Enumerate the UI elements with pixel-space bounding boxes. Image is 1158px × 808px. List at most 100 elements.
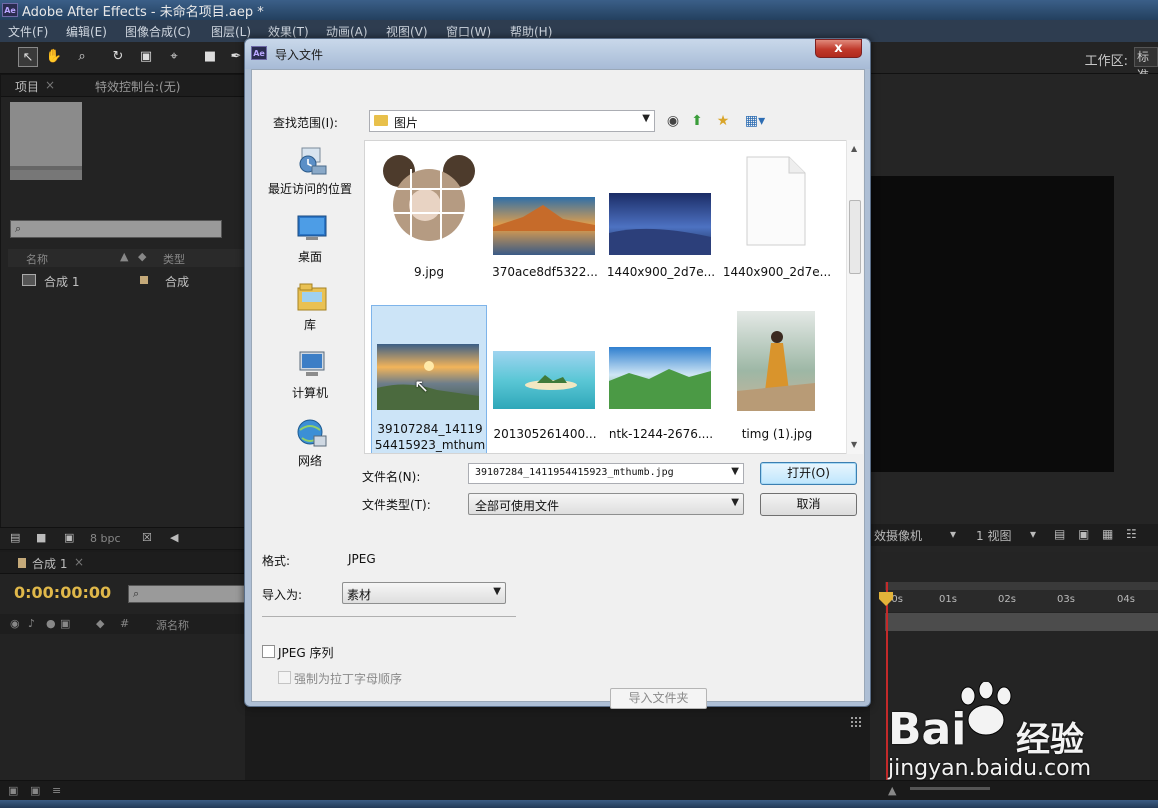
scroll-left-icon[interactable]: ◀ [170,531,178,544]
filetype-label: 文件类型(T): [362,498,431,512]
hand-tool-icon[interactable]: ✋ [44,47,64,67]
dialog-title-bar[interactable]: Ae 导入文件 x [245,39,870,69]
new-folder-icon[interactable]: ■ [36,531,46,544]
menu-composition[interactable]: 图像合成(C) [125,23,191,40]
file-item-selected[interactable]: ↖ 39107284_14119 54415923_mthum [371,305,487,453]
flowchart-icon[interactable]: ☷ [1126,527,1137,541]
lock-icon[interactable]: ▣ [60,617,70,630]
place-recent[interactable]: 最近访问的位置 [260,144,360,212]
toggle-modes-icon[interactable]: ▣ [30,784,40,797]
force-alphabetical-checkbox[interactable] [278,671,291,684]
desktop-icon [297,215,327,240]
pan-behind-tool-icon[interactable]: ⌖ [164,47,184,67]
chevron-down-icon[interactable]: ▾ [950,527,956,541]
scroll-up-icon[interactable]: ▲ [851,144,857,153]
file-item[interactable]: 9.jpg [371,145,487,295]
look-in-select[interactable]: 图片 ▼ [369,110,655,132]
layer-track[interactable] [885,613,1158,631]
list-item[interactable]: 合成 1 合成 [8,272,244,290]
audio-icon[interactable]: ♪ [28,617,35,630]
filename-value: 39107284_1411954415923_mthumb.jpg [475,467,674,478]
camera-tool-icon[interactable]: ▣ [136,47,156,67]
filename-input[interactable]: 39107284_1411954415923_mthumb.jpg ▼ [468,463,744,484]
file-thumbnail [381,153,477,245]
jpeg-sequence-checkbox[interactable] [262,645,275,658]
file-item[interactable]: 1440x900_2d7e... [603,145,719,295]
active-camera-select[interactable]: 效摄像机 [874,527,922,544]
close-button[interactable]: x [815,39,862,58]
timeline-icon[interactable]: ▦ [1102,527,1113,541]
work-area-bar[interactable] [885,582,1158,590]
pen-tool-icon[interactable]: ✒ [226,47,246,67]
file-item[interactable]: 201305261400... [487,305,603,453]
zoom-out-icon[interactable]: ▲ [888,784,896,797]
file-name: 201305261400... [493,427,597,441]
visibility-icon[interactable]: ◉ [10,617,20,630]
place-libraries[interactable]: 库 [260,280,360,348]
zoom-tool-icon[interactable]: ⌕ [72,47,92,67]
project-search-input[interactable]: ⌕ [10,220,222,238]
file-item[interactable]: ntk-1244-2676.... [603,305,719,453]
open-button[interactable]: 打开(O) [760,462,857,485]
tab-timeline-comp[interactable]: 合成 1 [32,555,67,572]
bpc-label[interactable]: 8 bpc [90,532,121,545]
tab-project[interactable]: 项目 [15,78,39,95]
toggle-switches-icon[interactable]: ▣ [8,784,18,797]
view-menu-icon[interactable]: ▦▾ [740,112,770,130]
scroll-down-icon[interactable]: ▼ [851,440,857,449]
tab-project-close-icon[interactable]: × [45,78,55,92]
column-type[interactable]: 类型 [163,251,185,267]
cancel-button[interactable]: 取消 [760,493,857,516]
place-desktop[interactable]: 桌面 [260,212,360,280]
tab-close-icon[interactable]: × [74,555,84,569]
timeline-search-input[interactable]: ⌕ [128,585,246,603]
label-tag-icon: ◆ [138,250,147,263]
toggle-transfer-icon[interactable]: ≡ [52,784,61,797]
file-item[interactable]: 1440x900_2d7e... [719,145,835,295]
rotate-tool-icon[interactable]: ↻ [108,47,128,67]
workspace-select[interactable]: 标准 [1134,47,1158,82]
scrollbar-thumb[interactable] [849,200,861,274]
menu-edit[interactable]: 编辑(E) [66,23,107,40]
rectangle-tool-icon[interactable]: ■ [200,47,220,67]
current-time-display[interactable]: 0:00:00:00 [14,583,111,602]
column-name[interactable]: 名称 [26,251,48,267]
place-label: 最近访问的位置 [267,182,352,196]
up-folder-icon[interactable]: ⬆ [688,112,706,130]
zoom-slider[interactable] [910,787,990,790]
view-layout-select[interactable]: 1 视图 [976,527,1011,544]
back-icon[interactable]: ◉ [664,112,682,130]
tab-effect-controls[interactable]: 特效控制台:(无) [95,78,180,95]
solo-icon[interactable]: ● [46,617,56,630]
menu-layer[interactable]: 图层(L) [211,23,251,40]
file-item[interactable]: 370ace8df5322... [487,145,603,295]
composition-viewer[interactable] [870,176,1114,472]
chevron-down-icon[interactable]: ▼ [731,466,739,477]
file-item[interactable]: timg (1).jpg [719,305,835,453]
label-tag-icon[interactable]: ◆ [96,617,104,630]
place-label: 计算机 [291,386,328,400]
toggle-pixel-aspect-icon[interactable]: ▤ [1054,527,1065,541]
trash-icon[interactable]: ☒ [142,531,152,544]
place-label: 网络 [297,454,322,468]
import-as-select[interactable]: 素材 ▼ [342,582,506,604]
place-network[interactable]: 网络 [260,416,360,484]
filetype-select[interactable]: 全部可使用文件 ▼ [468,493,744,515]
label-color-swatch [140,276,148,284]
selection-tool-icon[interactable]: ↖ [18,47,38,67]
ruler-tick: 03s [1057,594,1075,605]
menu-file[interactable]: 文件(F) [8,23,48,40]
new-folder-icon[interactable]: ★ [714,112,732,130]
import-folder-button[interactable]: 导入文件夹 [610,688,707,709]
fast-previews-icon[interactable]: ▣ [1078,527,1089,541]
file-name: 1440x900_2d7e... [722,265,832,279]
column-source-name[interactable]: 源名称 [156,617,189,633]
resize-grip[interactable] [850,716,862,728]
dialog-body: 查找范围(I): 图片 ▼ ◉ ⬆ ★ ▦▾ 最近访问的位置 桌面 库 计算机 … [251,69,865,728]
file-list-scrollbar[interactable]: ▲ ▼ [846,140,863,454]
interpret-footage-icon[interactable]: ▤ [10,531,20,544]
new-composition-icon[interactable]: ▣ [64,531,74,544]
place-computer[interactable]: 计算机 [260,348,360,416]
jpeg-sequence-label[interactable]: JPEG 序列 [278,644,333,661]
chevron-down-icon[interactable]: ▾ [1030,527,1036,541]
